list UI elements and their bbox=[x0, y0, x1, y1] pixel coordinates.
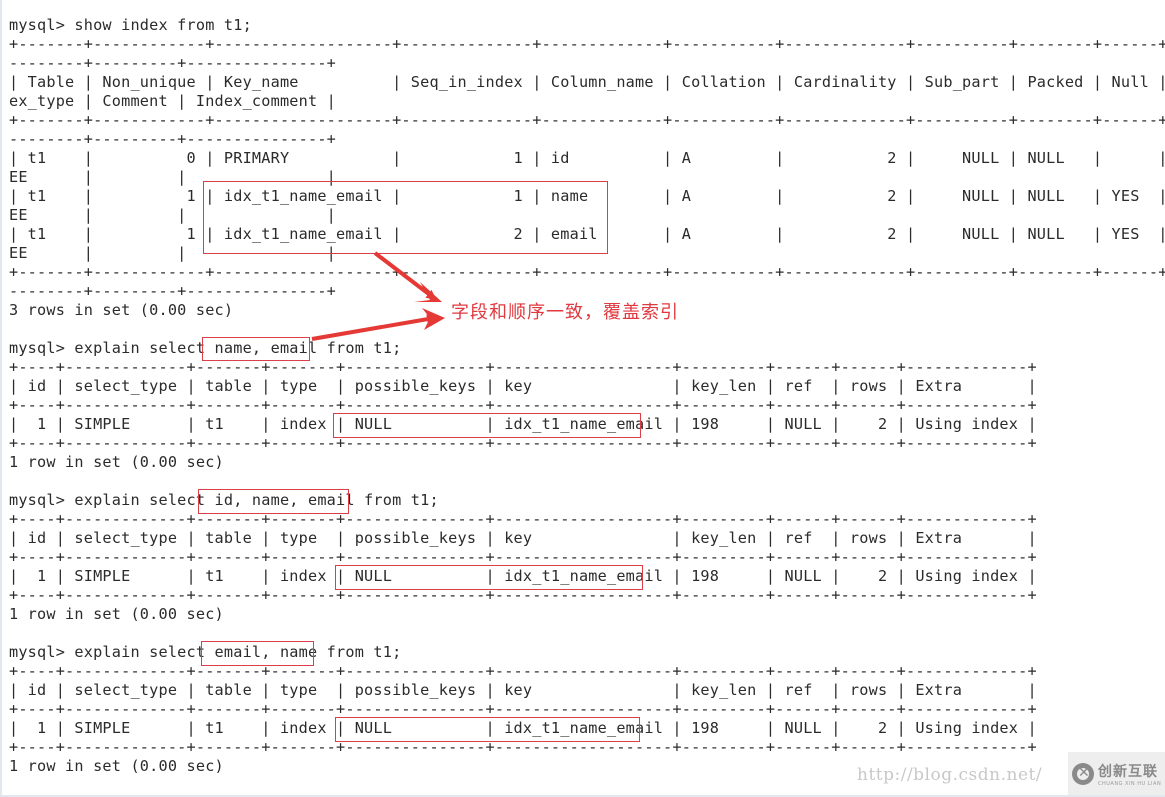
brand-logo-text: 创新互联 CHUANG XIN HU LIAN bbox=[1098, 761, 1161, 787]
brand-name-en: CHUANG XIN HU LIAN bbox=[1098, 780, 1162, 787]
screenshot-frame: mysql> show index from t1; +-------+-----… bbox=[0, 0, 1165, 797]
watermark-url: http://blog.csdn.net/ bbox=[857, 765, 1043, 785]
brand-logo-icon bbox=[1072, 762, 1094, 785]
annotation-note: 字段和顺序一致，覆盖索引 bbox=[451, 302, 679, 323]
annotation-arrows bbox=[311, 251, 445, 341]
arrow-from-select-name-email bbox=[311, 314, 437, 341]
brand-name-cn: 创新互联 bbox=[1098, 763, 1158, 780]
brand-logo: 创新互联 CHUANG XIN HU LIAN bbox=[1068, 752, 1165, 795]
